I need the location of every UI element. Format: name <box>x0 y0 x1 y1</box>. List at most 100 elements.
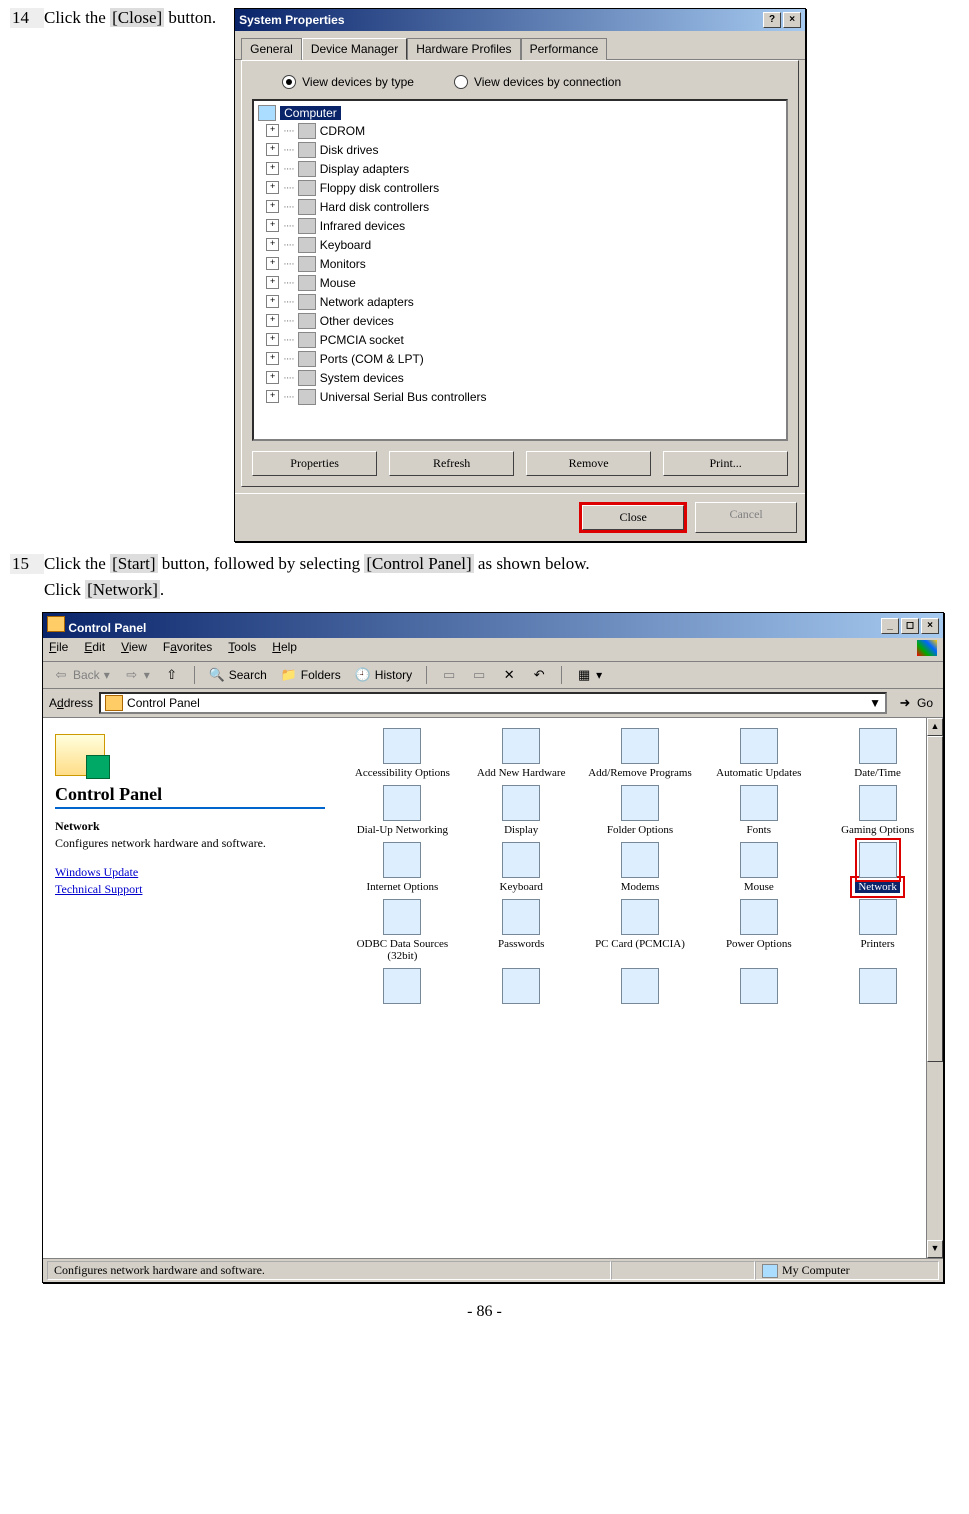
cp-item[interactable]: Gaming Options <box>820 785 935 836</box>
tab-hardware-profiles[interactable]: Hardware Profiles <box>407 38 520 60</box>
tree-item[interactable]: +····Disk drives <box>258 140 782 159</box>
tab-general[interactable]: General <box>241 38 302 60</box>
tree-item[interactable]: +····CDROM <box>258 121 782 140</box>
tree-item[interactable]: +····System devices <box>258 368 782 387</box>
go-button[interactable]: ➜Go <box>893 693 937 713</box>
maximize-button[interactable]: ◻ <box>901 618 919 634</box>
vertical-scrollbar[interactable]: ▲ ▼ <box>926 718 943 1258</box>
computer-icon <box>258 105 276 121</box>
expand-icon[interactable]: + <box>266 352 279 365</box>
cp-item[interactable]: Display <box>464 785 579 836</box>
tree-item[interactable]: +····Hard disk controllers <box>258 197 782 216</box>
tree-item[interactable]: +····Floppy disk controllers <box>258 178 782 197</box>
expand-icon[interactable]: + <box>266 276 279 289</box>
device-tree[interactable]: Computer +····CDROM+····Disk drives+····… <box>252 99 788 441</box>
undo-button[interactable]: ↶ <box>527 665 551 685</box>
cp-item[interactable]: Folder Options <box>583 785 698 836</box>
cp-item[interactable]: Modems <box>583 842 698 893</box>
dropdown-icon[interactable]: ▼ <box>869 696 881 710</box>
tree-item[interactable]: +····Other devices <box>258 311 782 330</box>
menu-view[interactable]: View <box>121 640 147 659</box>
cp-item[interactable]: Dial-Up Networking <box>345 785 460 836</box>
expand-icon[interactable]: + <box>266 257 279 270</box>
menu-favorites[interactable]: Favorites <box>163 640 212 659</box>
cp-item[interactable]: Power Options <box>701 899 816 962</box>
cp-item[interactable]: Add New Hardware <box>464 728 579 779</box>
text: button, followed by selecting <box>158 554 365 573</box>
expand-icon[interactable]: + <box>266 162 279 175</box>
scroll-up-icon[interactable]: ▲ <box>927 718 943 736</box>
titlebar[interactable]: System Properties ? × <box>235 9 805 31</box>
tree-item[interactable]: +····Universal Serial Bus controllers <box>258 387 782 406</box>
cp-item[interactable]: Keyboard <box>464 842 579 893</box>
cp-item[interactable]: Fonts <box>701 785 816 836</box>
cp-item[interactable]: Date/Time <box>820 728 935 779</box>
expand-icon[interactable]: + <box>266 219 279 232</box>
tree-item[interactable]: +····Display adapters <box>258 159 782 178</box>
cp-item[interactable]: Passwords <box>464 899 579 962</box>
cp-left-panel: Control Panel Network Configures network… <box>43 718 337 1258</box>
expand-icon[interactable]: + <box>266 200 279 213</box>
tab-device-manager[interactable]: Device Manager <box>302 38 407 60</box>
views-button[interactable]: ▦▾ <box>572 665 606 685</box>
up-button[interactable]: ⇧ <box>160 665 184 685</box>
cp-item-label: PC Card (PCMCIA) <box>595 938 685 950</box>
cp-icon <box>105 695 123 711</box>
tab-performance[interactable]: Performance <box>521 38 608 60</box>
close-icon[interactable]: × <box>921 618 939 634</box>
print-button[interactable]: Print... <box>663 451 788 476</box>
menu-help[interactable]: Help <box>272 640 297 659</box>
expand-icon[interactable]: + <box>266 181 279 194</box>
folders-button[interactable]: 📁Folders <box>277 665 345 685</box>
cp-item[interactable]: Internet Options <box>345 842 460 893</box>
tree-item[interactable]: +····Monitors <box>258 254 782 273</box>
tree-item[interactable]: +····Network adapters <box>258 292 782 311</box>
expand-icon[interactable]: + <box>266 124 279 137</box>
tree-item[interactable]: +····Ports (COM & LPT) <box>258 349 782 368</box>
tree-item[interactable]: +····Keyboard <box>258 235 782 254</box>
tree-root[interactable]: Computer <box>258 105 782 121</box>
tree-item[interactable]: +····Infrared devices <box>258 216 782 235</box>
radio-by-type[interactable]: View devices by type <box>282 75 414 89</box>
help-button[interactable]: ? <box>763 12 781 28</box>
cp-item[interactable]: ODBC Data Sources (32bit) <box>345 899 460 962</box>
menu-edit[interactable]: Edit <box>84 640 105 659</box>
close-button[interactable]: Close <box>582 505 684 530</box>
search-button[interactable]: 🔍Search <box>205 665 271 685</box>
expand-icon[interactable]: + <box>266 238 279 251</box>
minimize-button[interactable]: _ <box>881 618 899 634</box>
properties-button[interactable]: Properties <box>252 451 377 476</box>
expand-icon[interactable]: + <box>266 295 279 308</box>
menu-tools[interactable]: Tools <box>228 640 256 659</box>
history-button[interactable]: 🕘History <box>351 665 416 685</box>
cp-item[interactable]: Add/Remove Programs <box>583 728 698 779</box>
expand-icon[interactable]: + <box>266 143 279 156</box>
refresh-button[interactable]: Refresh <box>389 451 514 476</box>
system-properties-window: System Properties ? × General Device Man… <box>234 8 806 542</box>
scroll-down-icon[interactable]: ▼ <box>927 1240 943 1258</box>
scroll-thumb[interactable] <box>927 736 943 1062</box>
radio-by-connection[interactable]: View devices by connection <box>454 75 621 89</box>
tree-item[interactable]: +····PCMCIA socket <box>258 330 782 349</box>
expand-icon[interactable]: + <box>266 390 279 403</box>
expand-icon[interactable]: + <box>266 333 279 346</box>
step-number: 14 <box>10 8 44 28</box>
menu-file[interactable]: File <box>49 640 68 659</box>
delete-button[interactable]: ✕ <box>497 665 521 685</box>
close-icon[interactable]: × <box>783 12 801 28</box>
cp-item[interactable]: PC Card (PCMCIA) <box>583 899 698 962</box>
cp-item[interactable]: Mouse <box>701 842 816 893</box>
remove-button[interactable]: Remove <box>526 451 651 476</box>
link-technical-support[interactable]: Technical Support <box>55 882 325 897</box>
cp-item[interactable]: Printers <box>820 899 935 962</box>
tree-item[interactable]: +····Mouse <box>258 273 782 292</box>
titlebar[interactable]: Control Panel _ ◻ × <box>43 613 943 638</box>
link-windows-update[interactable]: Windows Update <box>55 865 325 880</box>
address-field[interactable]: Control Panel ▼ <box>99 692 887 714</box>
cp-item-icon <box>621 842 659 878</box>
expand-icon[interactable]: + <box>266 314 279 327</box>
cp-item[interactable]: Network <box>820 842 935 893</box>
cp-item[interactable]: Accessibility Options <box>345 728 460 779</box>
cp-item[interactable]: Automatic Updates <box>701 728 816 779</box>
expand-icon[interactable]: + <box>266 371 279 384</box>
